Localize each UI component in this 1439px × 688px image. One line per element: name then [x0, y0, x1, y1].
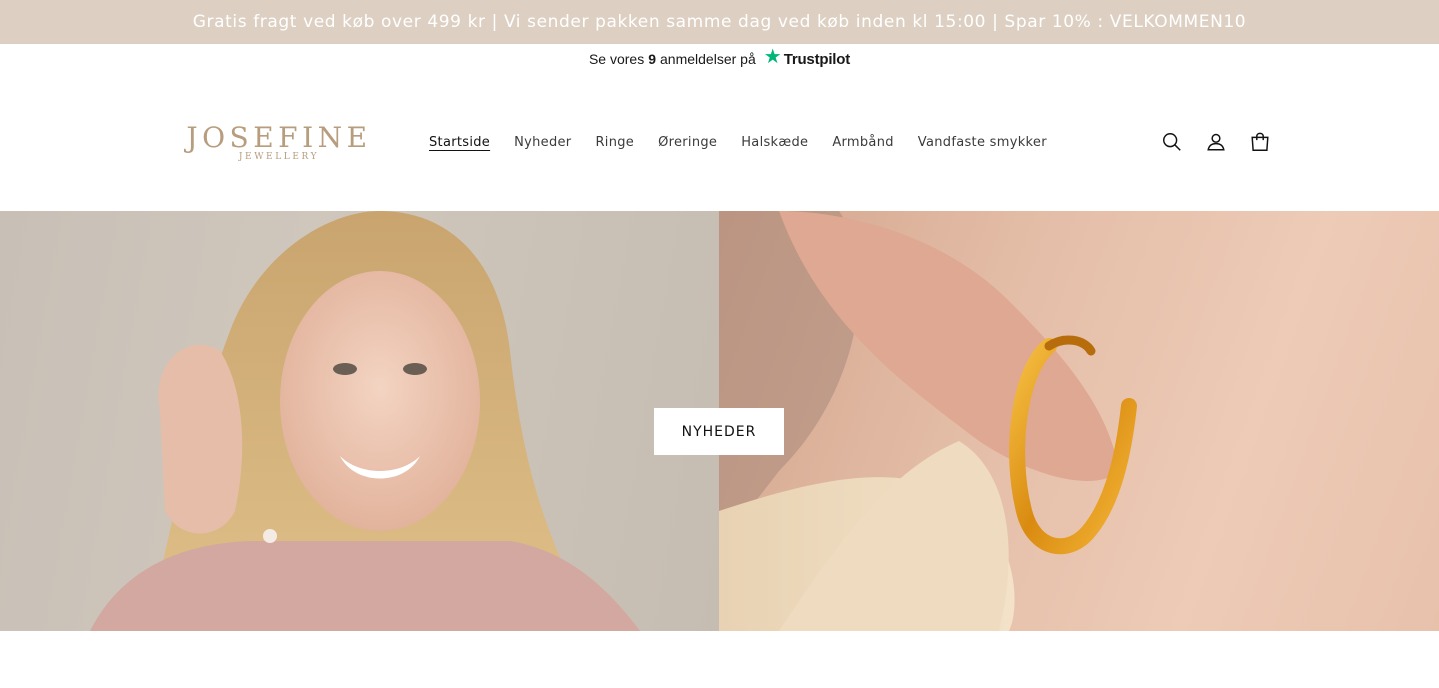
hero-banner: NYHEDER: [0, 211, 1439, 631]
nav-item-oreringe[interactable]: Øreringe: [646, 135, 729, 150]
main-navigation: Startside Nyheder Ringe Øreringe Halskæd…: [417, 130, 1059, 154]
cart-icon: [1251, 132, 1269, 151]
hero-image-model-portrait: [0, 211, 719, 631]
nav-item-nyheder[interactable]: Nyheder: [502, 135, 583, 150]
account-button[interactable]: [1194, 124, 1238, 160]
trustpilot-prefix: Se vores: [588, 51, 645, 67]
nav-item-armbaand[interactable]: Armbånd: [820, 135, 905, 150]
next-section: [0, 631, 1439, 688]
search-icon: [1163, 133, 1181, 151]
trustpilot-suffix: anmeldelser på: [660, 51, 756, 67]
hero-image-earring-closeup: [719, 211, 1439, 631]
search-button[interactable]: [1150, 124, 1194, 160]
logo-wordmark: JOSEFINE: [186, 121, 372, 154]
nav-item-startside[interactable]: Startside: [417, 135, 502, 150]
hero-cta-button[interactable]: NYHEDER: [654, 408, 784, 455]
trustpilot-brand: Trustpilot: [783, 50, 851, 68]
trustpilot-star-icon: ★: [763, 46, 782, 68]
announcement-text: Gratis fragt ved køb over 499 kr | Vi se…: [192, 12, 1247, 32]
account-icon: [1207, 133, 1225, 151]
site-header: JOSEFINE JEWELLERY Startside Nyheder Rin…: [0, 74, 1439, 211]
cart-button[interactable]: [1238, 124, 1282, 160]
nav-item-vandfaste-smykker[interactable]: Vandfaste smykker: [906, 135, 1059, 150]
header-icons: [1150, 124, 1282, 160]
site-logo[interactable]: JOSEFINE JEWELLERY: [186, 122, 372, 166]
nav-item-ringe[interactable]: Ringe: [583, 135, 646, 150]
trustpilot-review-count: 9: [648, 51, 657, 67]
trustpilot-widget[interactable]: Se vores 9 anmeldelser på ★ Trustpilot: [0, 44, 1439, 74]
nav-item-halskaede[interactable]: Halskæde: [729, 135, 820, 150]
announcement-bar: Gratis fragt ved køb over 499 kr | Vi se…: [0, 0, 1439, 44]
